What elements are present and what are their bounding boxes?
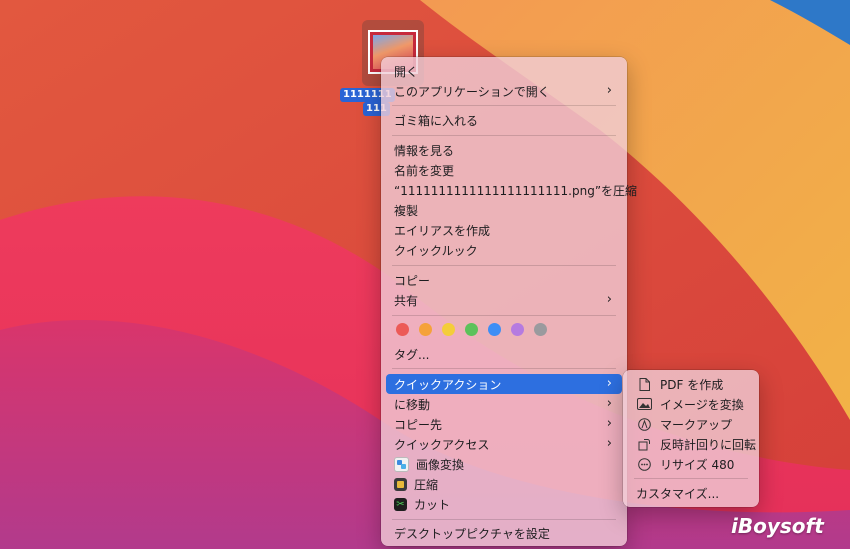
- menu-item-label: コピー先: [394, 417, 443, 432]
- menu-item-set-desktop-picture[interactable]: デスクトップピクチャを設定: [386, 523, 622, 543]
- menu-item-label: ゴミ箱に入れる: [394, 113, 479, 128]
- menu-item-label: 圧縮: [414, 477, 439, 492]
- menu-item-tags[interactable]: タグ...: [386, 344, 622, 364]
- menu-item-label: デスクトップピクチャを設定: [394, 526, 550, 541]
- menu-item-label: このアプリケーションで開く: [394, 84, 550, 99]
- menu-item-duplicate[interactable]: 複製: [386, 200, 622, 220]
- menu-item-label: 開く: [394, 64, 419, 79]
- scissors-icon: ✂: [394, 497, 407, 511]
- markup-pen-icon: [636, 417, 652, 431]
- menu-item-compress[interactable]: “1111111111111111111111.png”を圧縮: [386, 180, 637, 200]
- menu-item-image-convert[interactable]: 画像変換: [386, 454, 622, 474]
- menu-item-label: クイックアクション: [394, 377, 502, 392]
- tag-orange[interactable]: [419, 323, 432, 336]
- chevron-right-icon: ›: [606, 396, 612, 411]
- submenu-item-label: カスタマイズ...: [636, 486, 720, 501]
- menu-item-quick-actions[interactable]: クイックアクション ›: [386, 374, 622, 394]
- tag-purple[interactable]: [511, 323, 524, 336]
- menu-item-label: 共有: [394, 293, 419, 308]
- menu-item-label: カット: [414, 497, 451, 512]
- menu-item-quick-access[interactable]: クイックアクセス ›: [386, 434, 622, 454]
- menu-item-share[interactable]: 共有 ›: [386, 290, 622, 310]
- separator: [392, 368, 616, 369]
- chevron-right-icon: ›: [606, 376, 612, 391]
- context-menu: 開く このアプリケーションで開く › ゴミ箱に入れる 情報を見る 名前を変更 “1…: [381, 57, 637, 546]
- submenu-item-label: リサイズ 480: [660, 457, 735, 472]
- menu-item-make-alias[interactable]: エイリアスを作成: [386, 220, 622, 240]
- tag-yellow[interactable]: [442, 323, 455, 336]
- submenu-item-label: イメージを変換: [660, 397, 744, 412]
- chevron-right-icon: ›: [606, 436, 612, 451]
- quick-actions-submenu: PDF を作成 イメージを変換 マークアップ 反時計回りに回転 リサイズ 480…: [623, 370, 759, 507]
- separator: [392, 135, 616, 136]
- menu-item-get-info[interactable]: 情報を見る: [386, 140, 622, 160]
- menu-item-quick-look[interactable]: クイックルック: [386, 240, 622, 260]
- submenu-item-rotate-left[interactable]: 反時計回りに回転: [628, 434, 757, 454]
- menu-item-open-with[interactable]: このアプリケーションで開く ›: [386, 81, 622, 101]
- chevron-right-icon: ›: [606, 292, 612, 307]
- menu-item-copy[interactable]: コピー: [386, 270, 622, 290]
- compress-app-icon: [394, 477, 407, 491]
- separator: [392, 265, 616, 266]
- menu-item-label: クイックルック: [394, 243, 478, 258]
- menu-item-label: 名前を変更: [394, 163, 455, 178]
- submenu-item-label: 反時計回りに回転: [660, 437, 757, 452]
- submenu-item-customize[interactable]: カスタマイズ...: [628, 483, 754, 503]
- menu-item-copy-to[interactable]: コピー先 ›: [386, 414, 622, 434]
- image-convert-app-icon: [394, 456, 409, 472]
- menu-item-label: コピー: [394, 273, 431, 288]
- menu-item-move-to[interactable]: に移動 ›: [386, 394, 622, 414]
- submenu-item-create-pdf[interactable]: PDF を作成: [628, 374, 754, 394]
- submenu-item-label: マークアップ: [660, 417, 733, 432]
- menu-item-label: に移動: [394, 397, 431, 412]
- document-icon: [636, 377, 652, 391]
- photo-icon: [636, 398, 652, 410]
- menu-item-label: “1111111111111111111111.png”を圧縮: [394, 183, 638, 198]
- menu-item-label: 複製: [394, 203, 419, 218]
- chevron-right-icon: ›: [606, 83, 612, 98]
- submenu-item-label: PDF を作成: [660, 377, 724, 392]
- tag-gray[interactable]: [534, 323, 547, 336]
- tag-blue[interactable]: [488, 323, 501, 336]
- menu-item-open[interactable]: 開く: [386, 61, 622, 81]
- menu-item-cut[interactable]: ✂ カット: [386, 494, 622, 514]
- separator: [634, 478, 748, 479]
- menu-item-rename[interactable]: 名前を変更: [386, 160, 622, 180]
- tag-green[interactable]: [465, 323, 478, 336]
- more-icon: [636, 457, 652, 471]
- menu-item-label: クイックアクセス: [394, 437, 490, 452]
- menu-item-label: タグ...: [394, 347, 430, 362]
- menu-item-label: 画像変換: [416, 457, 465, 472]
- menu-item-label: エイリアスを作成: [394, 223, 491, 238]
- menu-item-move-to-trash[interactable]: ゴミ箱に入れる: [386, 110, 622, 130]
- submenu-item-resize[interactable]: リサイズ 480: [628, 454, 754, 474]
- watermark-text: iBoysoft: [731, 514, 824, 538]
- rotate-left-icon: [636, 438, 652, 451]
- tag-red[interactable]: [396, 323, 409, 336]
- separator: [392, 315, 616, 316]
- menu-item-label: 情報を見る: [394, 143, 455, 158]
- submenu-item-convert-image[interactable]: イメージを変換: [628, 394, 754, 414]
- submenu-item-markup[interactable]: マークアップ: [628, 414, 754, 434]
- menu-item-compress-app[interactable]: 圧縮: [386, 474, 622, 494]
- tag-color-row: [396, 323, 547, 336]
- separator: [392, 105, 616, 106]
- separator: [392, 519, 616, 520]
- chevron-right-icon: ›: [606, 416, 612, 431]
